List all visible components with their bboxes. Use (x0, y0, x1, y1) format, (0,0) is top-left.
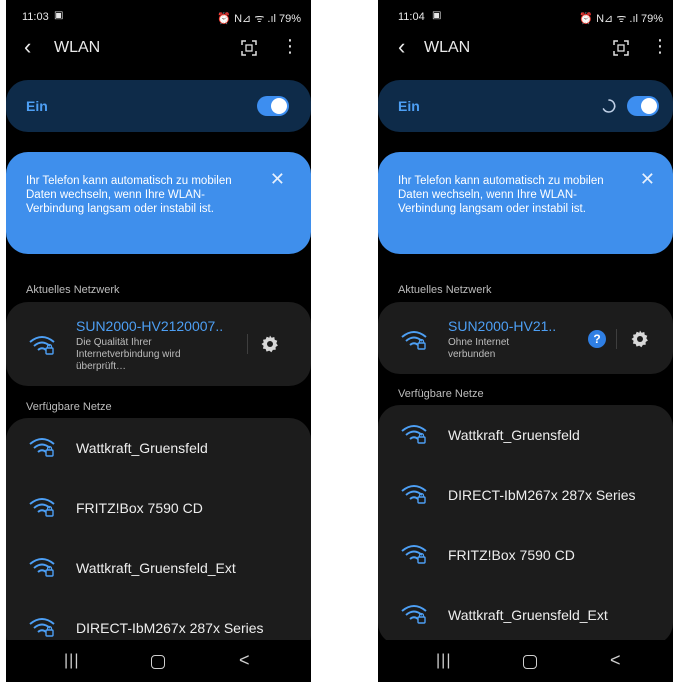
app-bar: ‹ WLAN ⋮ (378, 32, 673, 64)
network-row[interactable]: Wattkraft_Gruensfeld_Ext (378, 585, 673, 645)
loading-spinner-icon (602, 99, 616, 113)
wlan-switch-label: Ein (26, 98, 48, 114)
status-bar: 11:04 ▣ ⏰ N⊿ ᯤ .ıl 79% (378, 0, 673, 30)
tip-text: Ihr Telefon kann automatisch zu mobilen … (26, 175, 232, 215)
wifi-lock-icon (29, 438, 55, 457)
back-icon[interactable]: ‹ (398, 34, 405, 60)
wifi-lock-icon (401, 605, 427, 624)
wifi-lock-icon (401, 545, 427, 564)
notification-icon: ▣ (432, 10, 442, 21)
available-networks-heading: Verfügbare Netze (26, 401, 112, 413)
gear-icon[interactable] (260, 334, 280, 354)
network-name: Wattkraft_Gruensfeld (448, 427, 580, 443)
wifi-lock-icon (401, 485, 427, 504)
wifi-lock-icon (401, 331, 427, 350)
network-name: DIRECT-IbM267x 287x Series (76, 620, 264, 636)
divider (616, 329, 617, 349)
recent-apps-icon[interactable]: ||| (436, 652, 451, 670)
notification-icon: ▣ (54, 10, 64, 21)
available-networks-list: Wattkraft_Gruensfeld FRITZ!Box 7590 CD W… (6, 418, 311, 658)
back-nav-icon[interactable]: < (610, 650, 621, 671)
network-name: Wattkraft_Gruensfeld (76, 440, 208, 456)
app-bar: ‹ WLAN ⋮ (6, 32, 311, 64)
current-network-status: Ohne Internet verbunden (448, 337, 510, 360)
recent-apps-icon[interactable]: ||| (64, 652, 79, 670)
signal-icons: ⏰ N⊿ ᯤ .ıl (579, 13, 638, 25)
battery-level: 79% (640, 13, 663, 25)
gear-icon[interactable] (630, 329, 650, 349)
network-name: Wattkraft_Gruensfeld_Ext (76, 560, 236, 576)
close-icon[interactable]: ✕ (270, 170, 285, 188)
network-name: DIRECT-IbM267x 287x Series (448, 487, 636, 503)
current-network-card[interactable]: SUN2000-HV2120007.. Die Qualität Ihrer I… (6, 302, 311, 386)
network-name: Wattkraft_Gruensfeld_Ext (448, 607, 608, 623)
wifi-lock-icon (29, 498, 55, 517)
wifi-lock-icon (29, 558, 55, 577)
status-bar: 11:03 ▣ ⏰ N⊿ ᯤ .ıl 79% (6, 0, 311, 30)
wlan-master-switch-row[interactable]: Ein (378, 80, 673, 132)
signal-icons: ⏰ N⊿ ᯤ .ıl (217, 13, 276, 25)
system-nav-bar: ||| < (6, 640, 311, 682)
current-network-status: Die Qualität Ihrer Internetverbindung wi… (76, 337, 181, 372)
wlan-switch-label: Ein (398, 98, 420, 114)
available-networks-list: Wattkraft_Gruensfeld DIRECT-IbM267x 287x… (378, 405, 673, 645)
battery-level: 79% (278, 13, 301, 25)
home-icon[interactable] (151, 655, 165, 669)
current-network-card[interactable]: SUN2000-HV21.. Ohne Internet verbunden ? (378, 302, 673, 374)
current-network-name: SUN2000-HV2120007.. (76, 318, 224, 334)
network-name: FRITZ!Box 7590 CD (76, 500, 203, 516)
available-networks-heading: Verfügbare Netze (398, 388, 484, 400)
phone-screen-right: 11:04 ▣ ⏰ N⊿ ᯤ .ıl 79% ‹ WLAN ⋮ Ein Ihr T… (378, 0, 673, 682)
status-icons: ⏰ N⊿ ᯤ .ıl 79% (217, 11, 301, 26)
wlan-toggle[interactable] (257, 96, 289, 116)
more-options-icon[interactable]: ⋮ (281, 35, 299, 57)
current-network-heading: Aktuelles Netzwerk (398, 284, 492, 296)
status-time: 11:03 (22, 11, 49, 23)
home-icon[interactable] (523, 655, 537, 669)
wifi-lock-icon (29, 618, 55, 637)
status-icons: ⏰ N⊿ ᯤ .ıl 79% (579, 11, 663, 26)
qr-scan-icon[interactable] (613, 40, 629, 56)
network-row[interactable]: DIRECT-IbM267x 287x Series (378, 465, 673, 525)
toggle-knob (271, 98, 287, 114)
tip-text: Ihr Telefon kann automatisch zu mobilen … (398, 175, 604, 215)
system-nav-bar: ||| < (378, 640, 673, 682)
back-nav-icon[interactable]: < (239, 650, 250, 671)
page-title: WLAN (54, 39, 101, 56)
current-network-name: SUN2000-HV21.. (448, 318, 557, 334)
phone-screen-left: 11:03 ▣ ⏰ N⊿ ᯤ .ıl 79% ‹ WLAN ⋮ Ein Ihr T… (6, 0, 311, 682)
status-time: 11:04 (398, 11, 425, 23)
network-row[interactable]: Wattkraft_Gruensfeld (378, 405, 673, 465)
close-icon[interactable]: ✕ (640, 170, 655, 188)
network-row[interactable]: FRITZ!Box 7590 CD (6, 478, 311, 538)
mobile-data-tip-card: Ihr Telefon kann automatisch zu mobilen … (378, 152, 673, 254)
network-name: FRITZ!Box 7590 CD (448, 547, 575, 563)
wifi-lock-icon (29, 336, 55, 355)
network-row[interactable]: FRITZ!Box 7590 CD (378, 525, 673, 585)
page-title: WLAN (424, 39, 471, 56)
network-row[interactable]: Wattkraft_Gruensfeld_Ext (6, 538, 311, 598)
mobile-data-tip-card: Ihr Telefon kann automatisch zu mobilen … (6, 152, 311, 254)
wlan-toggle[interactable] (627, 96, 659, 116)
qr-scan-icon[interactable] (241, 40, 257, 56)
toggle-knob (641, 98, 657, 114)
wifi-lock-icon (401, 425, 427, 444)
current-network-heading: Aktuelles Netzwerk (26, 284, 120, 296)
more-options-icon[interactable]: ⋮ (651, 35, 669, 57)
divider (247, 334, 248, 354)
network-row[interactable]: Wattkraft_Gruensfeld (6, 418, 311, 478)
help-icon[interactable]: ? (588, 330, 606, 348)
wlan-master-switch-row[interactable]: Ein (6, 80, 311, 132)
back-icon[interactable]: ‹ (24, 34, 31, 60)
